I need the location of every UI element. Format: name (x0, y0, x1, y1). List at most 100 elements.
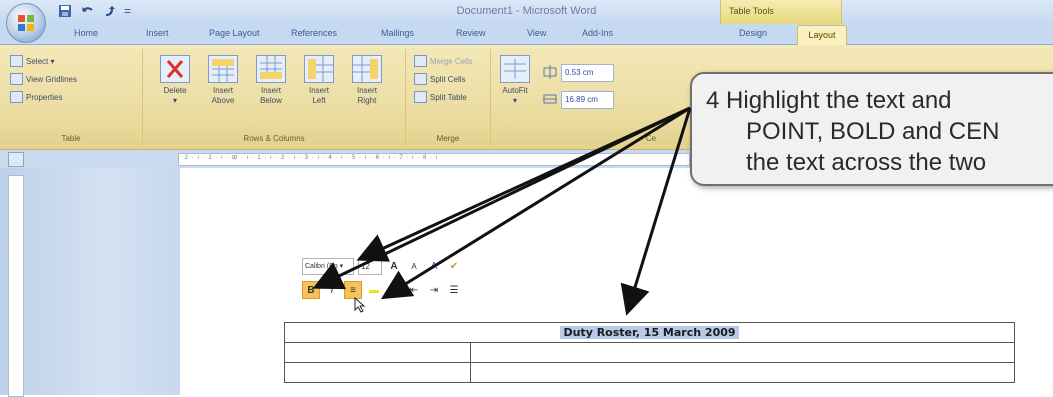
delete-label: Delete (163, 86, 187, 95)
instruction-callout: 4 Highlight the text and POINT, BOLD and… (690, 72, 1053, 186)
ribbon-tabs: Home Insert Page Layout References Maili… (0, 24, 1053, 45)
split-cells-button[interactable]: Split Cells (414, 73, 466, 85)
row-height-field[interactable]: 0.53 cm (561, 64, 614, 82)
table-cell[interactable] (284, 342, 471, 363)
properties-icon (10, 91, 23, 103)
merge-cells-button[interactable]: Merge Cells (414, 55, 473, 67)
tab-insert[interactable]: Insert (146, 28, 169, 38)
tab-add-ins[interactable]: Add-Ins (582, 28, 613, 38)
document-margin-area (0, 168, 180, 395)
delete-icon (160, 55, 190, 83)
split-table-button[interactable]: Split Table (414, 91, 467, 103)
row-height-glyph (543, 65, 557, 84)
split-cells-label: Split Cells (430, 74, 466, 84)
italic-button[interactable]: I (324, 282, 340, 298)
insert-above-icon (208, 55, 238, 83)
autofit-icon (500, 55, 530, 83)
select-button[interactable]: Select ▾ (10, 55, 54, 67)
tab-review[interactable]: Review (456, 28, 486, 38)
vertical-ruler[interactable] (8, 175, 24, 397)
select-label: Select ▾ (26, 56, 55, 66)
table-row: Duty Roster, 15 March 2009 (284, 322, 1015, 343)
mini-toolbar-row-1: Calibri (Bo ▾ 12 A A A ✔ (302, 255, 462, 277)
font-color-button[interactable]: A (386, 282, 402, 298)
merge-group: Merge Cells Split Cells Split Table Merg… (406, 49, 491, 145)
callout-line-2: POINT, BOLD and CEN (746, 118, 1000, 145)
table-group: Select ▾ View Gridlines Properties Table (0, 49, 143, 145)
insert-left-label-2: Left (312, 96, 326, 105)
mini-size-select[interactable]: 12 (358, 257, 382, 275)
tab-home[interactable]: Home (74, 28, 98, 38)
insert-right-label-1: Insert (356, 86, 377, 95)
split-table-icon (414, 91, 427, 103)
insert-left-button[interactable]: Insert Left (303, 55, 335, 106)
insert-right-icon (352, 55, 382, 83)
office-button[interactable] (6, 3, 46, 43)
merged-title-cell[interactable]: Duty Roster, 15 March 2009 (284, 322, 1015, 343)
decrease-indent-button[interactable]: ⇤ (406, 282, 422, 298)
increase-indent-button[interactable]: ⇥ (426, 282, 442, 298)
merge-group-label: Merge (436, 134, 460, 143)
table-title-text: Duty Roster, 15 March 2009 (560, 326, 739, 339)
tab-selector[interactable] (8, 152, 24, 167)
tab-view[interactable]: View (527, 28, 546, 38)
format-painter-button[interactable]: ✔ (446, 258, 462, 274)
document-title: Document1 - Microsoft Word (456, 5, 597, 17)
grow-font-button[interactable]: A (386, 258, 402, 274)
insert-above-label-1: Insert (212, 86, 233, 95)
table-cell[interactable] (284, 362, 471, 383)
insert-below-button[interactable]: Insert Below (255, 55, 287, 106)
properties-label: Properties (26, 92, 63, 102)
insert-below-label-2: Below (260, 96, 282, 105)
split-cells-icon (414, 73, 427, 85)
gridlines-icon (10, 73, 23, 85)
mouse-cursor-icon (354, 296, 366, 318)
shrink-font-button[interactable]: A (406, 258, 422, 274)
tab-layout[interactable]: Layout (797, 25, 847, 45)
bold-button[interactable]: B (302, 281, 320, 299)
cell-size-group-label: Ce (645, 134, 657, 143)
delete-dropdown-arrow: ▾ (172, 96, 177, 105)
column-width-field[interactable]: 16.89 cm (561, 91, 614, 109)
cell-size-group: AutoFit ▾ 0.53 cm 16.89 cm Ce (491, 49, 691, 145)
insert-left-label-1: Insert (308, 86, 329, 95)
callout-step-number: 4 (706, 87, 720, 114)
callout-line-1: Highlight the text and (726, 87, 952, 114)
insert-above-button[interactable]: Insert Above (207, 55, 239, 106)
insert-below-label-1: Insert (260, 86, 281, 95)
insert-right-button[interactable]: Insert Right (351, 55, 383, 106)
insert-left-icon (304, 55, 334, 83)
table-row (284, 362, 1015, 383)
tab-mailings[interactable]: Mailings (381, 28, 414, 38)
bullets-button[interactable]: ☰ (446, 282, 462, 298)
mini-font-select[interactable]: Calibri (Bo ▾ (302, 257, 354, 275)
callout-line-3: the text across the two (746, 149, 987, 176)
rows-columns-group: Delete ▾ Insert Above Insert Below Inser… (143, 49, 406, 145)
autofit-button[interactable]: AutoFit ▾ (499, 55, 531, 106)
table-cell[interactable] (470, 342, 1015, 363)
title-bar: = Document1 - Microsoft Word Table Tools (0, 0, 1053, 25)
duty-roster-table: Duty Roster, 15 March 2009 (284, 322, 1015, 383)
office-logo-icon (18, 15, 34, 31)
insert-right-label-2: Right (357, 96, 377, 105)
view-gridlines-label: View Gridlines (26, 74, 77, 84)
properties-button[interactable]: Properties (10, 91, 62, 103)
styles-button[interactable]: A (426, 258, 442, 274)
mini-toolbar-row-2: B I ≡ ▬ A ⇤ ⇥ ☰ (302, 279, 462, 301)
tab-page-layout[interactable]: Page Layout (209, 28, 260, 38)
tab-design[interactable]: Design (739, 28, 767, 38)
merge-cells-label: Merge Cells (430, 56, 473, 66)
table-tools-label: Table Tools (729, 6, 774, 16)
column-width-glyph (543, 92, 557, 111)
split-table-label: Split Table (430, 92, 467, 102)
horizontal-ruler[interactable]: · 2 · ı · 1 · ı · ⊞ · ı · 1 · ı · 2 · ı … (178, 153, 690, 166)
mini-toolbar: Calibri (Bo ▾ 12 A A A ✔ B I ≡ ▬ A ⇤ ⇥ ☰ (302, 255, 562, 315)
delete-button[interactable]: Delete ▾ (159, 55, 191, 106)
table-cell[interactable] (470, 362, 1015, 383)
autofit-dropdown-arrow: ▾ (512, 96, 517, 105)
highlight-button[interactable]: ▬ (366, 282, 382, 298)
tab-references[interactable]: References (291, 28, 337, 38)
autofit-label: AutoFit (502, 86, 528, 95)
insert-below-icon (256, 55, 286, 83)
view-gridlines-button[interactable]: View Gridlines (10, 73, 77, 85)
